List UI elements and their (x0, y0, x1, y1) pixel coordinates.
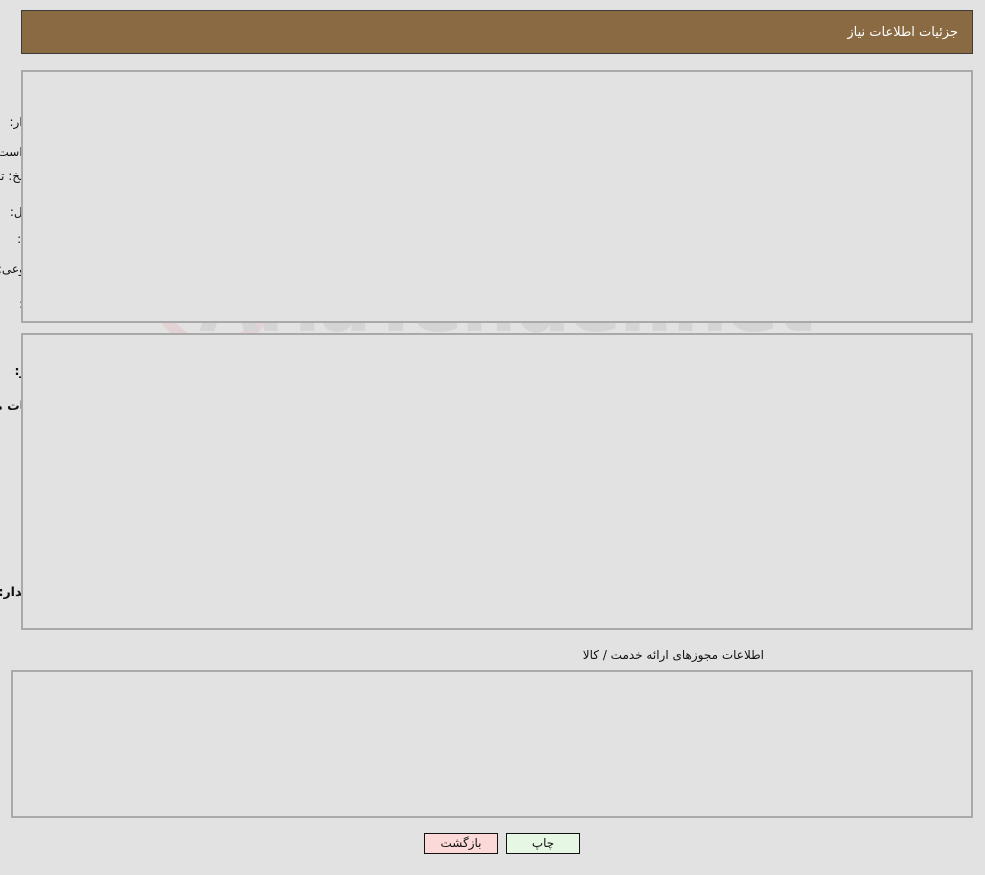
description-panel (22, 333, 974, 630)
license-panel (12, 670, 974, 818)
back-button[interactable]: بازگشت (425, 833, 499, 854)
page-title: جزئیات اطلاعات نیاز (848, 24, 959, 40)
need-info-panel (22, 70, 974, 323)
print-button[interactable]: چاپ (507, 833, 581, 854)
license-section-heading: اطلاعات مجوزهای ارائه خدمت / کالا (583, 648, 765, 662)
page-root: AriaTender.net جزئیات اطلاعات نیاز شماره… (0, 0, 985, 875)
page-title-bar: جزئیات اطلاعات نیاز (22, 10, 974, 54)
